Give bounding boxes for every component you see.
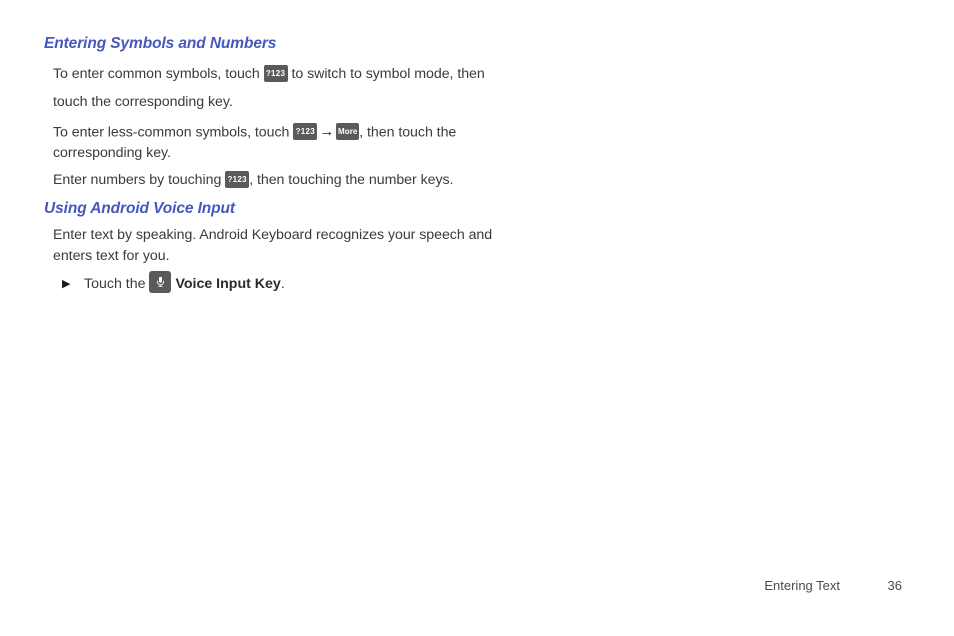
bullet-item-label: Touch the Voice Input Key. <box>84 271 285 295</box>
paragraph-text-lead: To enter less-common symbols, touch <box>53 124 294 141</box>
paragraph-text-lead: To enter common symbols, touch <box>53 66 264 82</box>
page-content: Entering Symbols and Numbers To enter co… <box>44 34 514 295</box>
section-heading-voice-input: Using Android Voice Input <box>44 200 235 218</box>
symbols-key-icon[interactable]: ?123 <box>293 123 318 140</box>
bullet-item-touch-voice-key: ▶ Touch the Voice Input Key. <box>62 271 514 295</box>
bullet-period: . <box>280 276 285 292</box>
paragraph-voice-input-intro: Enter text by speaking. Android Keyboard… <box>53 227 493 265</box>
paragraph-text-lead: Enter numbers by touching <box>53 172 226 189</box>
triangle-bullet-icon: ▶ <box>62 277 71 290</box>
footer-page-number: 36 <box>887 578 902 593</box>
right-arrow-icon: → <box>319 123 335 140</box>
paragraph-less-common-symbols: To enter less-common symbols, touch ?123… <box>53 122 514 164</box>
paragraph-text-trail: , then touching the number keys. <box>249 172 454 189</box>
manual-page: Entering Symbols and Numbers To enter co… <box>0 0 954 636</box>
bullet-lead-text: Touch the <box>84 276 146 292</box>
microphone-key-icon[interactable] <box>149 271 172 294</box>
more-key-icon[interactable]: More <box>336 123 360 140</box>
symbols-key-icon[interactable]: ?123 <box>263 64 288 82</box>
paragraph-common-symbols: To enter common symbols, touch ?123 to s… <box>53 60 514 116</box>
bullet-bold-term: Voice Input Key <box>175 276 281 292</box>
paragraph-enter-numbers: Enter numbers by touching ?123, then tou… <box>53 170 514 191</box>
section-heading-entering-symbols: Entering Symbols and Numbers <box>44 35 277 52</box>
symbols-key-icon[interactable]: ?123 <box>225 171 250 188</box>
page-footer: Entering Text 36 <box>0 578 954 598</box>
footer-section-label: Entering Text <box>764 578 840 593</box>
